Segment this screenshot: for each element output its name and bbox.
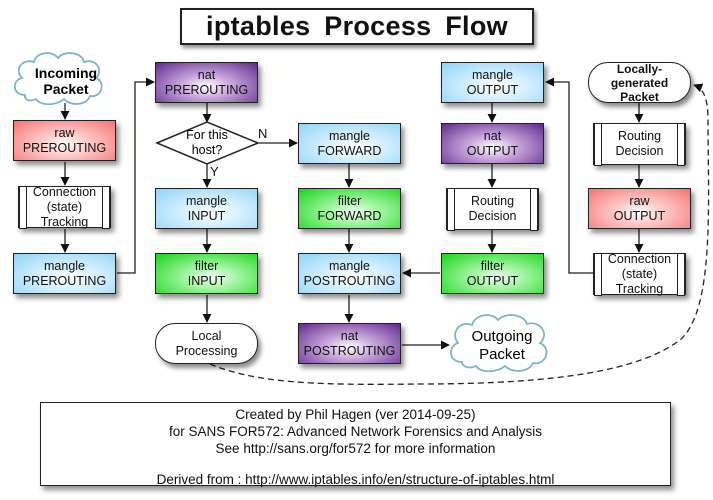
table-label: mangle — [472, 67, 513, 82]
nat-prerouting-node: nat PREROUTING — [155, 62, 258, 103]
node-label: Incoming — [34, 65, 98, 81]
chain-label: PREROUTING — [164, 82, 249, 97]
chain-label: OUTPUT — [613, 208, 666, 223]
routing-decision-mid-node: Routing Decision — [446, 187, 539, 231]
table-label: mangle — [44, 258, 85, 273]
node-label: Routing — [617, 129, 662, 143]
decision-no-label: N — [258, 126, 268, 141]
conntrack-out-node: Connection (state) Tracking — [593, 251, 686, 296]
table-label: filter — [194, 258, 219, 273]
footer-line: Derived from : http://www.iptables.info/… — [156, 472, 555, 487]
chain-label: OUTPUT — [466, 82, 519, 97]
node-label: (state) — [621, 266, 658, 281]
node-label: Packet — [43, 81, 89, 97]
diagram-title: iptables Process Flow — [180, 8, 534, 45]
node-label: Tracking — [615, 281, 664, 296]
table-label: filter — [337, 193, 362, 208]
mangle-input-node: mangle INPUT — [155, 188, 258, 229]
table-label: mangle — [329, 258, 370, 273]
chain-label: INPUT — [187, 208, 226, 223]
chain-label: POSTROUTING — [303, 273, 396, 288]
chain-label: INPUT — [187, 273, 226, 288]
mangle-prerouting-node: mangle PREROUTING — [13, 253, 116, 294]
node-label: Outgoing — [471, 328, 533, 345]
node-label: generated — [610, 75, 669, 90]
table-label: nat — [340, 328, 359, 343]
decision-node: For this host? — [170, 128, 244, 158]
footer-line: See http://sans.org/for572 for more info… — [215, 441, 496, 456]
node-label: host? — [191, 143, 223, 157]
chain-label: PREROUTING — [22, 273, 107, 288]
local-processing-node: Local Processing — [155, 323, 258, 364]
chain-label: FORWARD — [317, 143, 382, 158]
arrow-conntrack-to-mangle-out — [545, 77, 593, 274]
mangle-postrouting-node: mangle POSTROUTING — [298, 253, 401, 294]
node-label: Decision — [468, 209, 517, 223]
filter-output-node: filter OUTPUT — [441, 253, 544, 294]
node-label: Locally- — [616, 61, 663, 76]
chain-label: OUTPUT — [466, 273, 519, 288]
locally-generated-packet-node: Locally- generated Packet — [588, 61, 691, 104]
arrow-mangle-pre-to-nat-pre — [117, 77, 155, 274]
filter-forward-node: filter FORWARD — [298, 188, 401, 229]
filter-input-node: filter INPUT — [155, 253, 258, 294]
routing-decision-right-node: Routing Decision — [593, 122, 686, 166]
node-label: For this — [186, 128, 228, 142]
table-label: raw — [629, 193, 650, 208]
incoming-packet-node: Incoming Packet — [18, 60, 114, 102]
footer-spacer — [41, 457, 670, 471]
conntrack-in-node: Connection (state) Tracking — [18, 184, 111, 229]
outgoing-packet-node: Outgoing Packet — [458, 325, 546, 367]
mangle-output-node: mangle OUTPUT — [441, 62, 544, 103]
node-label: Processing — [175, 343, 238, 358]
nat-postrouting-node: nat POSTROUTING — [298, 323, 401, 364]
node-label: (state) — [46, 199, 83, 214]
table-label: raw — [54, 125, 75, 140]
credits-footer: Created by Phil Hagen (ver 2014-09-25) f… — [40, 402, 671, 487]
nat-output-node: nat OUTPUT — [441, 123, 544, 164]
decision-yes-label: Y — [210, 164, 219, 179]
node-label: Packet — [479, 346, 525, 363]
footer-line: Created by Phil Hagen (ver 2014-09-25) — [235, 407, 476, 422]
node-label: Packet — [620, 89, 659, 104]
table-label: nat — [197, 67, 216, 82]
table-label: nat — [483, 128, 502, 143]
table-label: mangle — [186, 193, 227, 208]
table-label: mangle — [329, 128, 370, 143]
mangle-forward-node: mangle FORWARD — [298, 123, 401, 164]
table-label: filter — [480, 258, 505, 273]
chain-label: POSTROUTING — [303, 343, 396, 358]
footer-line: for SANS FOR572: Advanced Network Forens… — [169, 424, 542, 439]
node-label: Decision — [615, 144, 664, 158]
node-label: Tracking — [40, 214, 89, 229]
raw-output-node: raw OUTPUT — [588, 188, 691, 229]
chain-label: PREROUTING — [22, 140, 107, 155]
node-label: Routing — [470, 194, 515, 208]
chain-label: FORWARD — [317, 208, 382, 223]
node-label: Connection — [607, 251, 672, 266]
raw-prerouting-node: raw PREROUTING — [13, 120, 116, 161]
chain-label: OUTPUT — [466, 143, 519, 158]
node-label: Connection — [32, 184, 97, 199]
node-label: Local — [191, 328, 222, 343]
